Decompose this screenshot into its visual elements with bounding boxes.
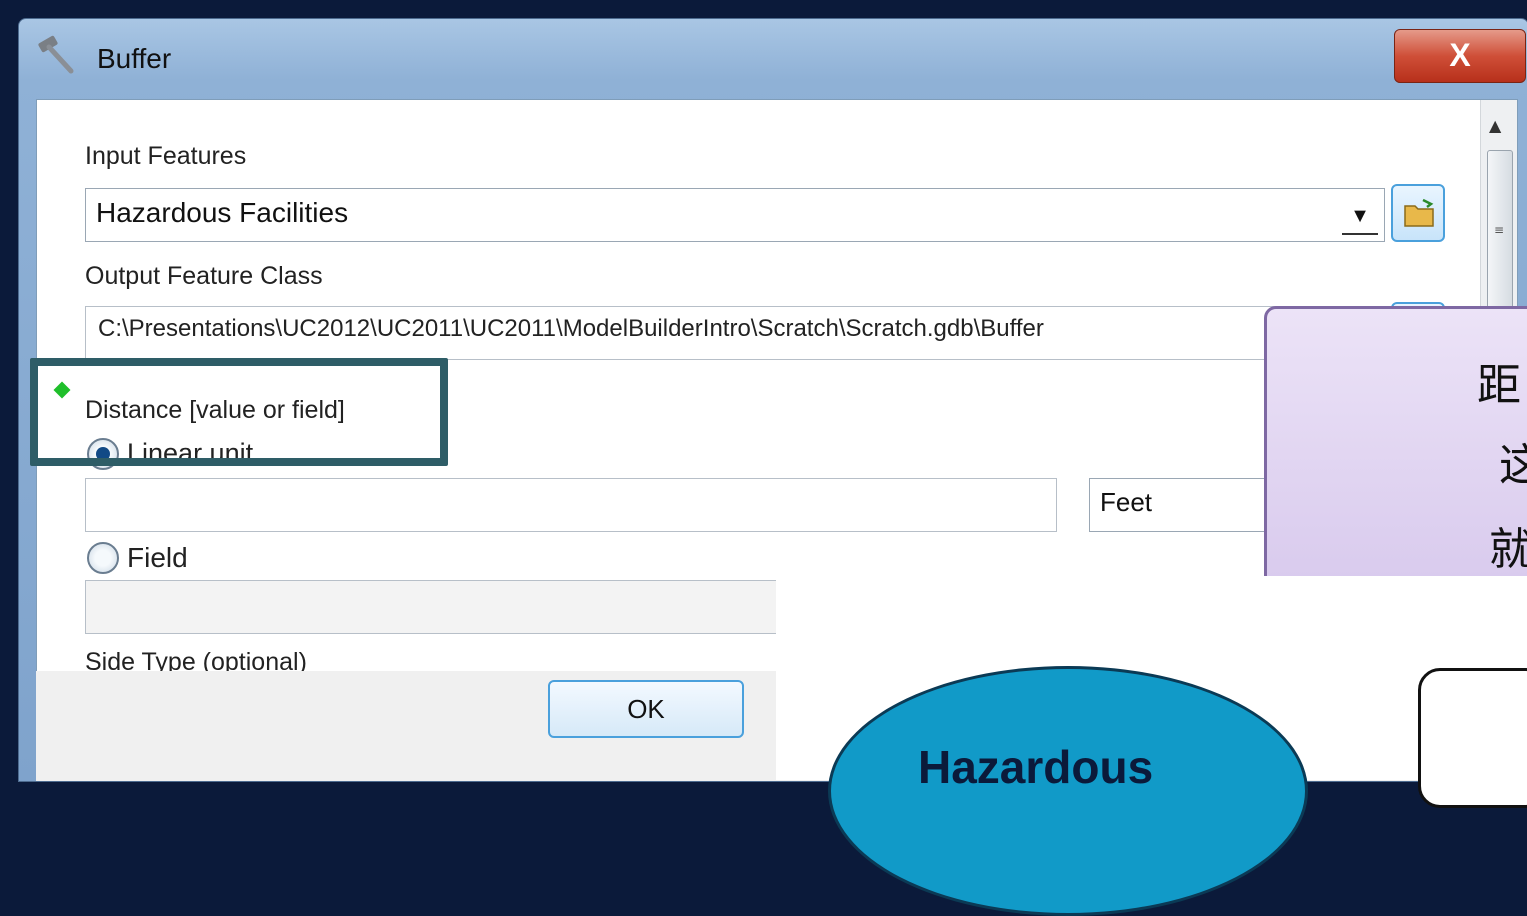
rounded-rect-shape [1418, 668, 1527, 808]
window-title: Buffer [97, 43, 172, 74]
scroll-up-icon[interactable]: ▲ [1489, 116, 1501, 135]
ellipse-label: Hazardous [918, 741, 1154, 793]
close-button[interactable]: X [1394, 29, 1526, 83]
output-feature-class-field[interactable]: C:\Presentations\UC2012\UC2011\UC2011\Mo… [85, 306, 1385, 360]
browse-input-button[interactable] [1391, 184, 1445, 242]
title-bar[interactable]: Buffer X [19, 19, 1527, 97]
field-radio[interactable] [87, 542, 119, 574]
unit-value: Feet [1100, 487, 1153, 517]
input-features-dropdown[interactable]: Hazardous Facilities ▼ [85, 188, 1385, 242]
input-features-label: Input Features [85, 142, 247, 170]
field-label: Field [127, 542, 188, 573]
callout-line-3: 就 [1489, 524, 1527, 575]
input-features-value: Hazardous Facilities [96, 197, 349, 228]
output-feature-class-label: Output Feature Class [85, 262, 323, 290]
linear-unit-value-input[interactable] [85, 478, 1057, 532]
hammer-icon [38, 35, 74, 74]
grip-icon: ≡ [1493, 223, 1505, 237]
scroll-thumb[interactable]: ≡ [1487, 150, 1513, 312]
distance-highlight-box [30, 358, 448, 466]
folder-icon [1404, 198, 1434, 227]
callout-line-2: 这 [1499, 440, 1527, 491]
chevron-down-icon[interactable]: ▼ [1342, 199, 1378, 235]
ok-button[interactable]: OK [548, 680, 744, 738]
callout-line-1: 距 [1477, 360, 1521, 411]
